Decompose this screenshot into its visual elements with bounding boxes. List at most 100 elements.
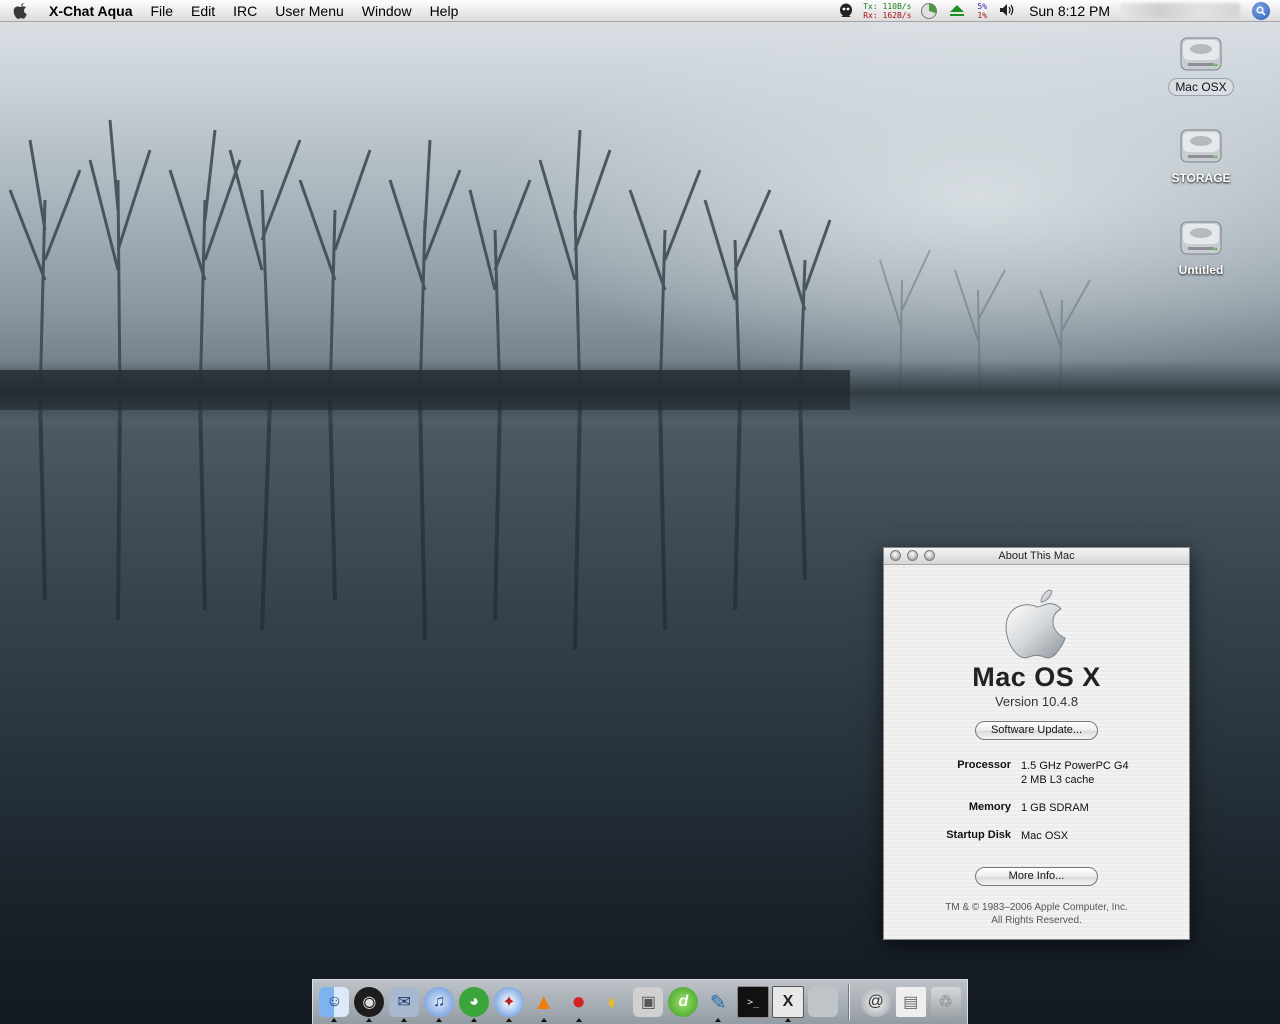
processor-label: Processor	[957, 759, 1011, 771]
desktop-disk-storage[interactable]: STORAGE	[1161, 122, 1241, 187]
dock-system-preferences[interactable]	[805, 982, 840, 1022]
about-this-mac-window: About This Mac Mac OS X Version 10.4.8 S…	[883, 547, 1190, 940]
mail-at-icon: @	[860, 987, 891, 1017]
cpu-user-value: 5%	[977, 2, 988, 11]
dock-trash[interactable]: ♲	[928, 982, 963, 1022]
dock-safari[interactable]: ✦	[491, 982, 526, 1022]
mail-icon: ✉	[389, 987, 420, 1017]
net-tx-label: Tx:	[863, 2, 878, 11]
copyright-text: TM & © 1983–2006 Apple Computer, Inc. Al…	[884, 901, 1189, 927]
system-preferences-icon	[807, 987, 838, 1017]
horizon-shore	[0, 360, 1280, 420]
dock-documents[interactable]: ▤	[893, 982, 928, 1022]
processor-line-2: 2 MB L3 cache	[1021, 774, 1095, 786]
apple-logo-icon	[1003, 588, 1071, 660]
dock-mail[interactable]: ✉	[387, 982, 422, 1022]
desktop-disk-mac-osx[interactable]: Mac OSX	[1161, 30, 1241, 96]
menu-bar: X-Chat Aqua File Edit IRC User Menu Wind…	[0, 0, 1280, 22]
menu-user-menu[interactable]: User Menu	[266, 0, 352, 22]
network-monitor[interactable]: Tx: 110B/s Rx: 162B/s	[863, 2, 911, 20]
dreamweaver-icon: d	[668, 987, 699, 1017]
menu-app-name[interactable]: X-Chat Aqua	[40, 0, 141, 22]
processor-line-1: 1.5 GHz PowerPC G4	[1021, 760, 1129, 772]
disk-label: Mac OSX	[1168, 78, 1234, 96]
running-indicator	[436, 1018, 443, 1022]
startup-disk-label: Startup Disk	[946, 829, 1011, 841]
dock-adium[interactable]: ◕	[457, 982, 492, 1022]
dock-x11[interactable]: X	[771, 982, 806, 1022]
zoom-button[interactable]	[924, 550, 935, 561]
menu-extras: Tx: 110B/s Rx: 162B/s 5% 1% Sun 8:12 PM	[837, 0, 1280, 22]
running-indicator	[715, 1018, 722, 1022]
net-rx-label: Rx:	[863, 11, 878, 20]
dock-cyberduck[interactable]: ◐	[596, 982, 631, 1022]
dock-tomato[interactable]: ●	[561, 982, 596, 1022]
running-indicator	[540, 1018, 547, 1022]
copyright-line-1: TM & © 1983–2006 Apple Computer, Inc.	[945, 902, 1128, 913]
dashboard-icon: ◉	[354, 987, 385, 1017]
tomato-icon: ●	[571, 988, 586, 1015]
safari-compass-icon: ✦	[493, 987, 524, 1017]
dock-vlc[interactable]: ▲	[526, 982, 561, 1022]
net-tx-value: 110B/s	[882, 2, 912, 11]
adium-icon: ◕	[459, 987, 489, 1017]
terminal-icon: >_	[737, 986, 770, 1018]
volume-icon[interactable]	[999, 3, 1017, 20]
disk-label: STORAGE	[1171, 171, 1231, 185]
spotlight-icon[interactable]	[1252, 2, 1270, 20]
dock-separator	[848, 984, 851, 1020]
running-indicator	[401, 1018, 408, 1022]
dock-dashboard[interactable]: ◉	[352, 982, 387, 1022]
running-indicator	[471, 1018, 477, 1022]
menu-file[interactable]: File	[141, 0, 182, 22]
copyright-line-2: All Rights Reserved.	[991, 915, 1082, 926]
menu-window[interactable]: Window	[353, 0, 421, 22]
itunes-icon: ♫	[424, 987, 455, 1017]
feather-icon: ✎	[709, 991, 727, 1014]
apple-icon[interactable]	[0, 0, 40, 22]
software-update-button[interactable]: Software Update...	[975, 721, 1098, 740]
dock-feather[interactable]: ✎	[701, 982, 736, 1022]
close-button[interactable]	[890, 550, 901, 561]
window-controls	[890, 550, 935, 561]
upload-arrow-icon[interactable]	[949, 3, 965, 19]
os-name: Mac OS X	[972, 662, 1101, 692]
cpu-sys-value: 1%	[977, 11, 988, 20]
user-name-blurred[interactable]	[1120, 3, 1240, 19]
dock-terminal[interactable]: >_	[736, 982, 771, 1022]
documents-stack-icon: ▤	[895, 987, 926, 1017]
finder-icon: ☺	[319, 987, 350, 1017]
window-titlebar[interactable]: About This Mac	[884, 548, 1189, 565]
hard-disk-icon	[1178, 214, 1224, 260]
desktop-disk-untitled[interactable]: Untitled	[1161, 214, 1241, 279]
menu-edit[interactable]: Edit	[182, 0, 224, 22]
startup-disk-value: Mac OSX	[1021, 830, 1069, 842]
cyberduck-icon: ◐	[606, 989, 621, 1014]
monitor-eye-icon[interactable]	[837, 2, 855, 20]
dock-itunes[interactable]: ♫	[422, 982, 457, 1022]
disk-label: Untitled	[1178, 263, 1224, 277]
running-indicator	[575, 1018, 582, 1022]
minimize-button[interactable]	[907, 550, 918, 561]
net-rx-value: 162B/s	[882, 11, 912, 20]
hard-disk-icon	[1178, 30, 1224, 76]
cpu-monitor[interactable]: 5% 1%	[977, 2, 987, 20]
dock: ☺ ◉ ✉ ♫ ◕ ✦ ▲ ● ◐ ▣ d ✎ >_ X @ ▤ ♲	[312, 979, 968, 1024]
dock-dreamweaver[interactable]: d	[666, 982, 701, 1022]
menu-help[interactable]: Help	[421, 0, 468, 22]
trash-icon: ♲	[930, 987, 961, 1017]
menu-irc[interactable]: IRC	[224, 0, 266, 22]
dock-finder[interactable]: ☺	[317, 982, 352, 1022]
dock-dvd-player[interactable]: ▣	[631, 982, 666, 1022]
running-indicator	[505, 1018, 512, 1022]
hard-disk-icon	[1178, 122, 1224, 168]
menu-clock[interactable]: Sun 8:12 PM	[1029, 3, 1110, 19]
more-info-button[interactable]: More Info...	[975, 867, 1098, 886]
processor-value: 1.5 GHz PowerPC G4 2 MB L3 cache	[1021, 759, 1129, 787]
pie-chart-icon[interactable]	[921, 3, 938, 19]
dock-mail-stack[interactable]: @	[858, 982, 893, 1022]
os-version: Version 10.4.8	[994, 694, 1079, 709]
memory-label: Memory	[968, 801, 1011, 813]
running-indicator	[331, 1018, 338, 1022]
x11-icon: X	[772, 986, 805, 1018]
